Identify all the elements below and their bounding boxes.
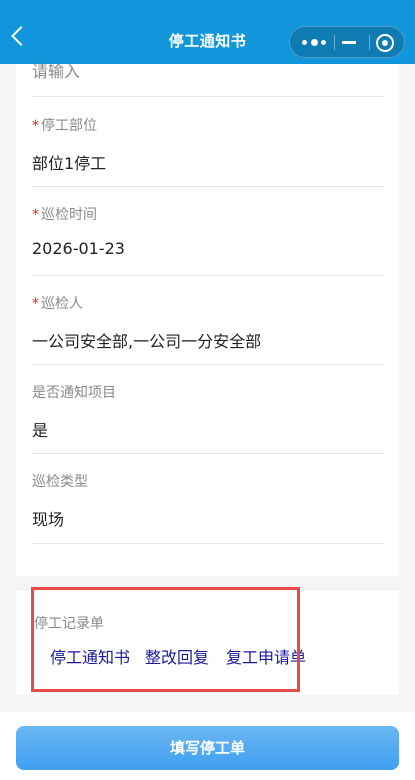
- form-row-notify-project: 是否通知项目 是: [32, 375, 384, 455]
- capsule-divider: [369, 35, 370, 50]
- miniprogram-capsule: [289, 26, 405, 58]
- field-value[interactable]: 是: [32, 417, 48, 441]
- capsule-divider: [334, 35, 335, 50]
- form-row-inspection-time: * 巡检时间 2026-01-23: [32, 197, 384, 277]
- field-label: * 停工部位: [32, 118, 97, 134]
- field-value[interactable]: 部位1停工: [32, 150, 106, 174]
- form-row-inspector: * 巡检人 一公司安全部,一公司一分安全部: [32, 286, 384, 366]
- more-icon[interactable]: [300, 27, 330, 57]
- fill-stop-form-button[interactable]: 填写停工单: [16, 726, 399, 770]
- top-nav-bar: 停工通知书: [0, 0, 415, 64]
- input-placeholder[interactable]: 请输入: [32, 58, 80, 82]
- field-label: 巡检类型: [32, 474, 88, 490]
- field-label: 是否通知项目: [32, 385, 116, 401]
- field-label: * 巡检人: [32, 296, 83, 312]
- field-value[interactable]: 2026-01-23: [32, 239, 125, 258]
- field-value[interactable]: 现场: [32, 506, 64, 530]
- field-value[interactable]: 一公司安全部,一公司一分安全部: [32, 328, 261, 352]
- form-row-stop-location: * 停工部位 部位1停工: [32, 108, 384, 188]
- field-label: * 巡检时间: [32, 207, 97, 223]
- highlight-box: [31, 587, 300, 692]
- minimize-icon[interactable]: [342, 41, 356, 44]
- form-row-partial: 请输入: [32, 62, 384, 98]
- form-row-inspection-type: 巡检类型 现场: [32, 464, 384, 544]
- form-card: 请输入 * 停工部位 部位1停工 * 巡检时间 2026-01-23 * 巡检人 一公…: [16, 62, 399, 576]
- close-miniprogram-icon[interactable]: [376, 34, 394, 52]
